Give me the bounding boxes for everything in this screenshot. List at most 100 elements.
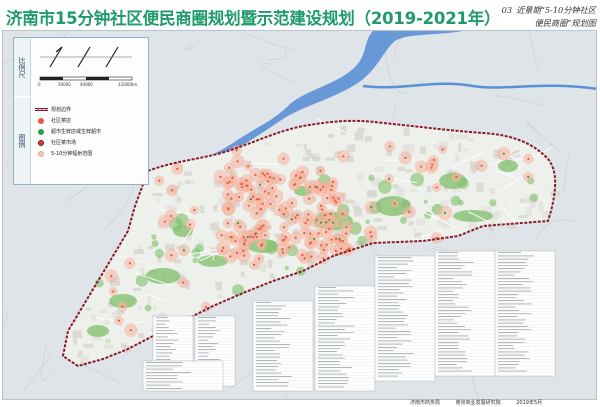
shop-point (254, 173, 257, 176)
shop-point (235, 251, 238, 254)
legend-items: 规划边界 社区菜店 超市生鲜店或生鲜超市 社区菜市场 5-10分钟辐射范围 (34, 104, 101, 159)
urban-block (80, 355, 90, 363)
shop-point (314, 185, 317, 188)
urban-block (458, 142, 462, 152)
shop-point (432, 158, 435, 162)
shop-point (404, 156, 407, 160)
urban-block (215, 281, 222, 291)
green-patch (151, 234, 157, 240)
urban-block (198, 240, 204, 245)
shop-point (226, 193, 229, 196)
urban-block (183, 171, 192, 176)
shop-point (282, 213, 285, 216)
shop-point (252, 263, 256, 266)
shop-point (266, 172, 269, 175)
map-frame[interactable]: 比例尺 图例 0 20000 40000 120000m 规划边界 社区菜店 超… (2, 30, 597, 400)
shop-point (325, 243, 328, 246)
green-patch (365, 219, 370, 224)
urban-block (408, 221, 414, 226)
green-patch (410, 172, 424, 187)
scale-bar: 0 20000 40000 120000m (32, 41, 146, 93)
shop-point (264, 234, 267, 237)
shop-point (329, 212, 332, 216)
shop-point (252, 236, 255, 239)
urban-block (264, 142, 270, 146)
shop-point (341, 212, 344, 215)
urban-block (72, 330, 83, 339)
urban-block (416, 218, 426, 226)
shop-point (288, 246, 291, 249)
urban-block (177, 181, 184, 186)
shop-point (301, 170, 304, 174)
shop-point (341, 240, 345, 243)
legend-label: 5-10分钟辐射范围 (51, 151, 93, 157)
shop-point (308, 197, 311, 200)
shop-point (219, 175, 222, 179)
urban-block (305, 149, 312, 156)
urban-block (103, 344, 114, 349)
green-dot-icon (38, 128, 44, 135)
shop-point (290, 201, 294, 204)
green-patch (529, 193, 539, 203)
shop-point (323, 214, 327, 217)
shop-point (316, 186, 319, 189)
shop-point (284, 236, 287, 239)
shop-point (310, 255, 313, 258)
urban-block (520, 198, 526, 203)
shop-point (430, 166, 433, 169)
urban-block (295, 143, 302, 147)
shop-point (258, 183, 262, 186)
footer-org2: 南京商业发展研究院 (455, 400, 501, 406)
urban-block (357, 173, 364, 181)
shop-point (262, 224, 265, 227)
shop-point (502, 152, 505, 155)
shop-point (322, 248, 325, 252)
urban-block (448, 132, 455, 141)
green-patch (423, 199, 428, 204)
shop-point (309, 241, 312, 244)
urban-block (539, 201, 543, 205)
shop-point (304, 221, 307, 225)
shop-point (326, 196, 329, 200)
shop-point (260, 244, 263, 247)
urban-block (83, 343, 94, 348)
urban-block (419, 146, 426, 154)
market-dot-icon (38, 139, 44, 146)
urban-block (454, 153, 459, 162)
urban-block (268, 259, 273, 268)
shop-point (193, 208, 196, 212)
sheet-title-line2: 便民商圈”规划图 (534, 18, 597, 28)
legend-heading: 图例 (14, 98, 31, 184)
shop-point (345, 226, 348, 229)
urban-block (153, 305, 157, 311)
shop-point (279, 178, 282, 181)
shop-point (241, 185, 244, 189)
shop-point (239, 225, 242, 229)
shop-point (330, 184, 334, 188)
urban-block (303, 143, 307, 150)
urban-block (412, 227, 418, 232)
shop-point (293, 183, 297, 186)
green-patch (154, 248, 165, 258)
shop-point (243, 242, 246, 245)
shop-point (319, 188, 322, 191)
shop-point (269, 202, 272, 206)
shop-point (259, 207, 262, 211)
green-patch (151, 240, 159, 248)
urban-block (403, 127, 410, 136)
shop-point (317, 232, 320, 235)
shop-point (527, 175, 530, 178)
shop-point (259, 227, 262, 230)
urban-block (347, 144, 356, 153)
shop-point (236, 222, 240, 225)
shop-point (443, 211, 447, 215)
urban-block (269, 273, 275, 280)
urban-block (85, 307, 91, 311)
shop-point (370, 235, 373, 238)
shop-point (306, 218, 309, 221)
urban-block (426, 185, 432, 193)
shop-point (301, 253, 304, 257)
shop-point (281, 251, 285, 254)
shop-point (315, 219, 318, 222)
shop-list-table (434, 250, 496, 377)
